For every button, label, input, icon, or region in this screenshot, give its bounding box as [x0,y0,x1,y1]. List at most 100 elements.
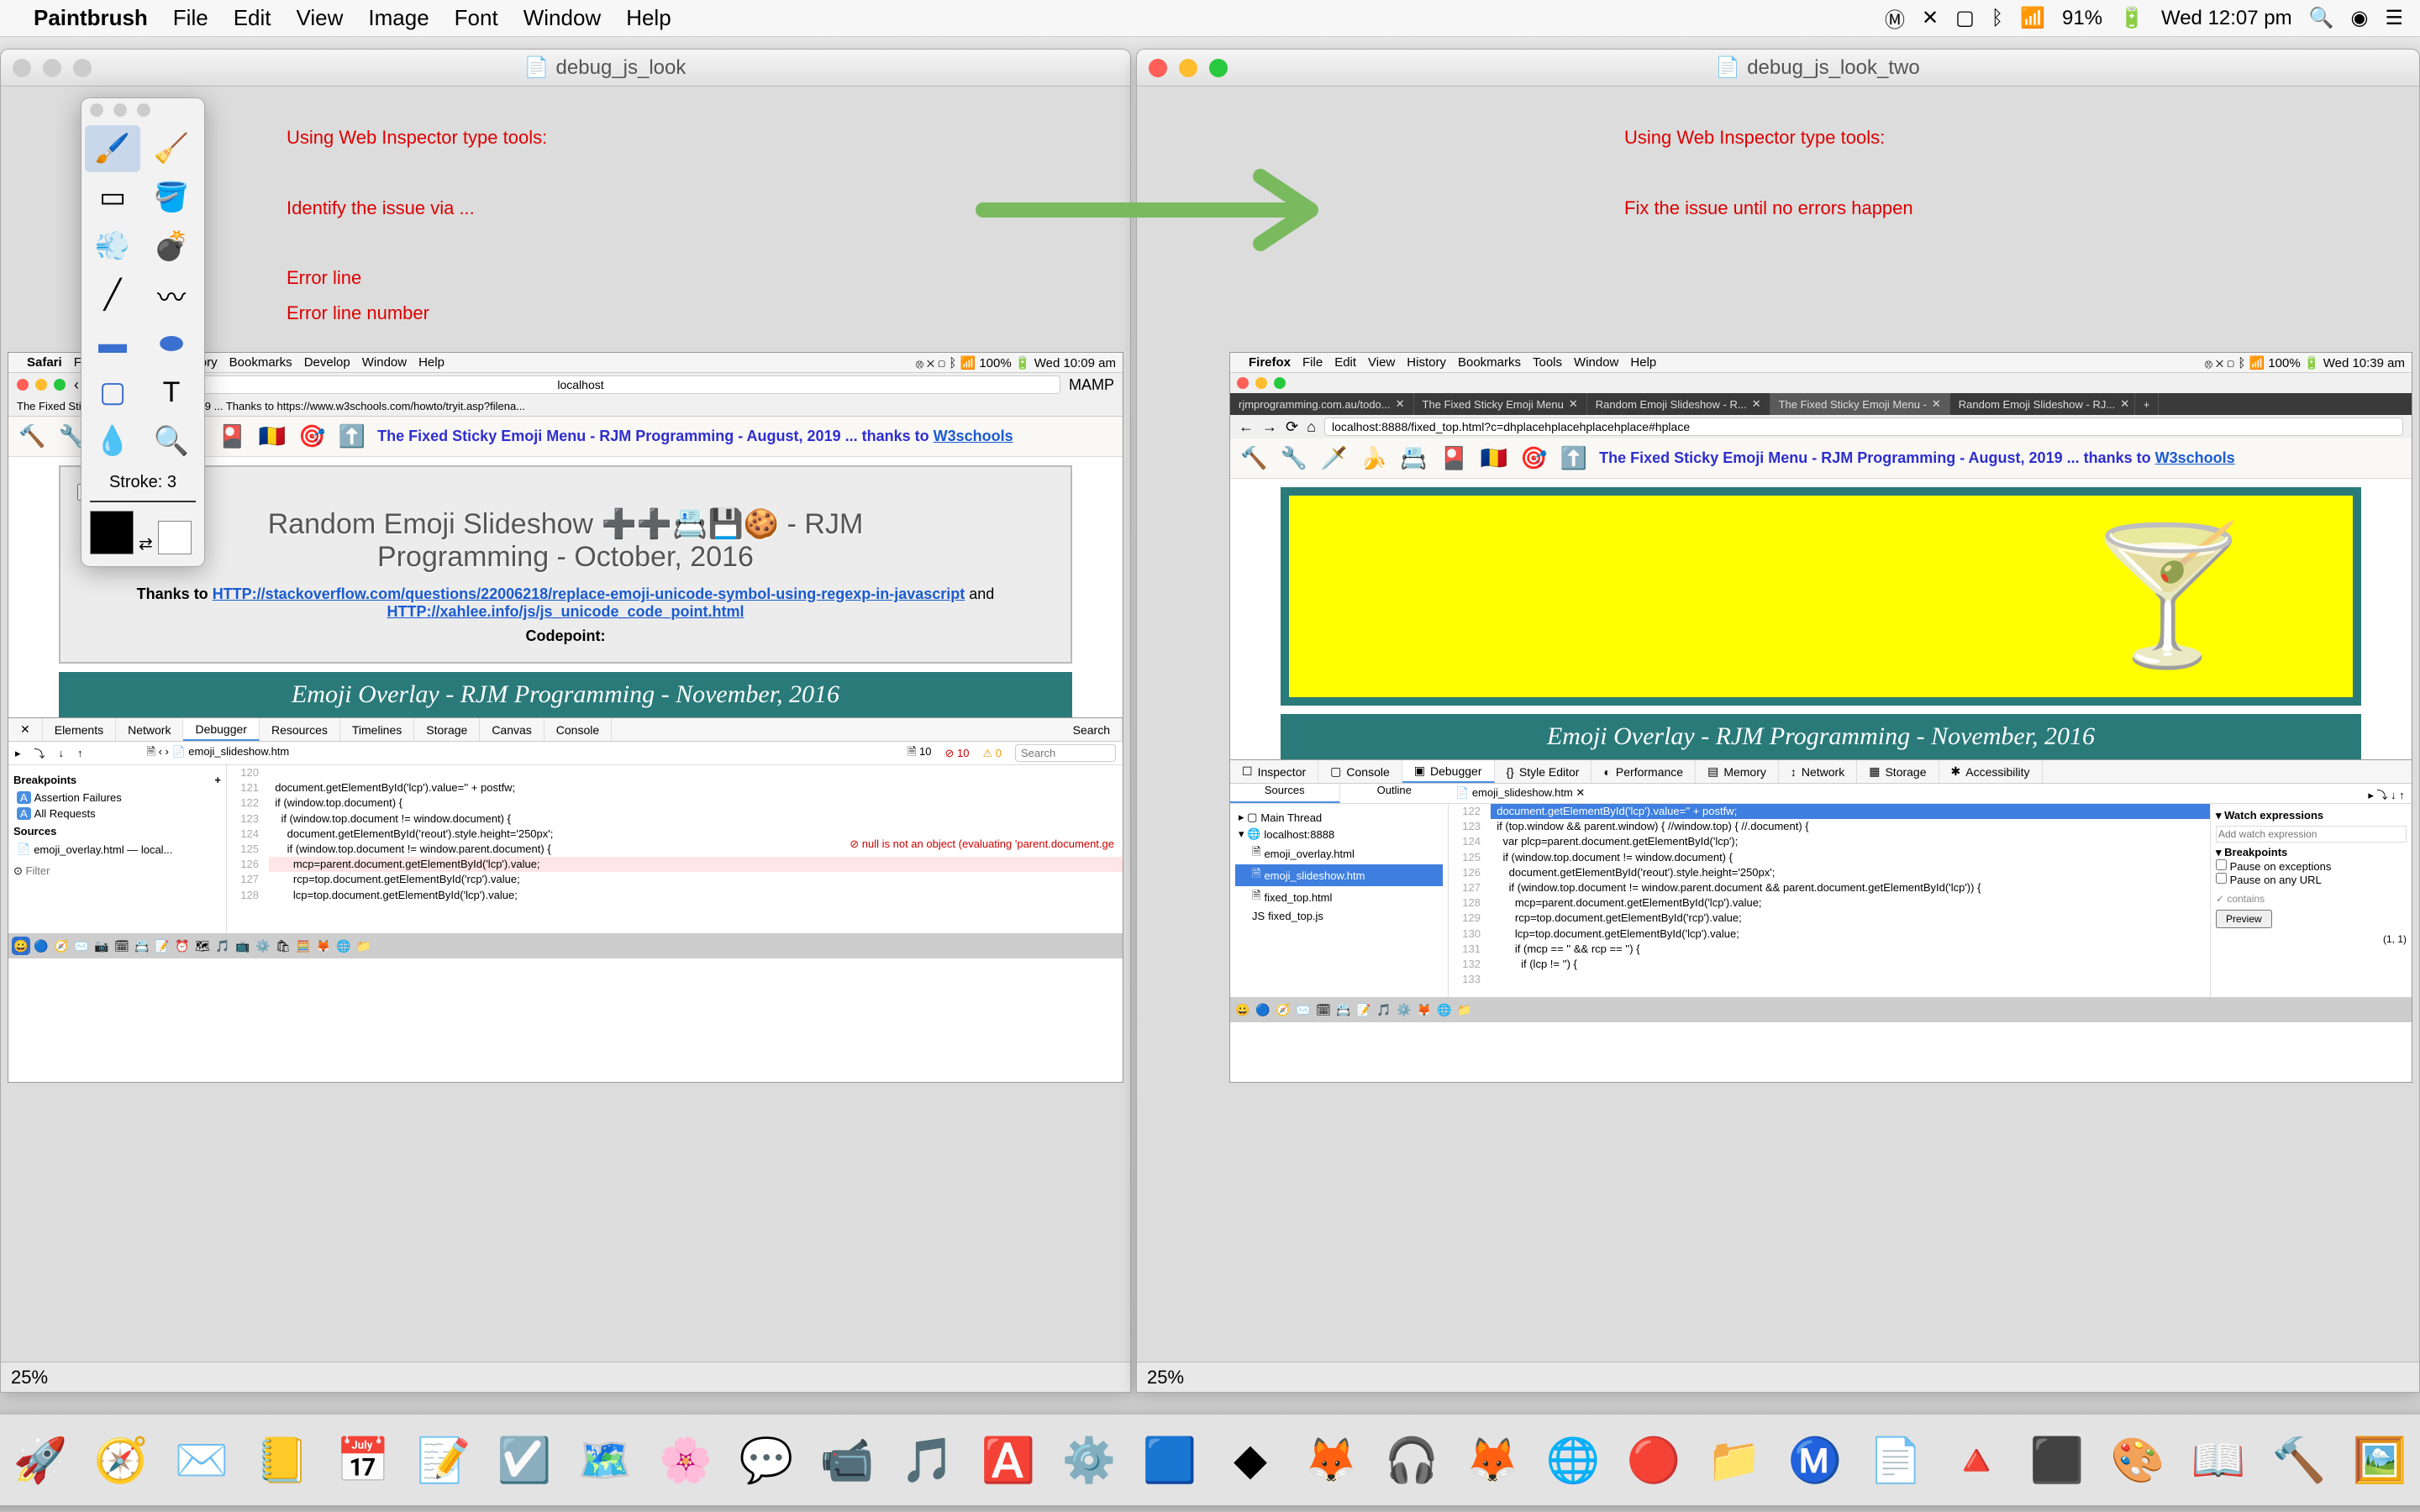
reload-icon[interactable]: ⟳ [1286,418,1298,436]
file-item[interactable]: 🗎 fixed_top.html [1235,886,1443,908]
reminders-app-icon[interactable]: ☑️ [487,1423,561,1497]
left-titlebar[interactable]: 📄debug_js_look [1,50,1130,87]
vlc-app-icon[interactable]: 🔺 [1939,1423,2013,1497]
zoom-level[interactable]: 25% [11,1367,48,1389]
right-titlebar[interactable]: 📄debug_js_look_two [1137,50,2419,87]
vm-icon[interactable]: ✕ [1922,6,1939,30]
sources-tab[interactable]: Sources [1230,784,1340,803]
brush-tool-icon[interactable]: 🖌️ [85,125,140,172]
dt-tab-console[interactable]: ▢ Console [1318,760,1402,783]
file-item[interactable]: JS fixed_top.js [1235,908,1443,924]
wifi-icon[interactable]: 📶 [2020,6,2045,30]
netbeans-app-icon[interactable]: 🟦 [1133,1423,1207,1497]
code-pane[interactable]: 122 document.getElementById('lcp').value… [1449,804,2210,997]
dt-tab-resources[interactable]: Resources [260,718,340,741]
menu-edit[interactable]: Edit [234,5,271,31]
address-bar[interactable]: localhost [101,375,1060,394]
minimize-icon[interactable] [1255,377,1267,389]
dt-tab-a11y[interactable]: ✱ Accessibility [1939,760,2043,783]
close-icon[interactable] [1237,377,1249,389]
facetime-app-icon[interactable]: 📹 [810,1423,884,1497]
curve-tool-icon[interactable]: 〰 [144,271,199,318]
home-icon[interactable]: ⌂ [1307,418,1316,436]
clock[interactable]: Wed 12:07 pm [2161,7,2292,30]
w3schools-link[interactable]: W3schools [934,428,1013,444]
step-over-icon[interactable]: ⤵ [34,745,45,761]
menu-file[interactable]: File [173,5,208,31]
ellipse-tool-icon[interactable]: ⬬ [144,320,199,367]
music-app-icon[interactable]: 🎵 [891,1423,965,1497]
dt-tab-memory[interactable]: ▤ Memory [1696,760,1779,783]
source-file[interactable]: 📄 emoji_overlay.html — local... [13,841,221,858]
warning-count[interactable]: ⚠ 0 [982,747,1002,760]
dt-tab-console[interactable]: Console [544,718,612,741]
file-item-selected[interactable]: 🗎 emoji_slideshow.htm [1235,864,1443,886]
filezilla-app-icon[interactable]: 📁 [1697,1423,1771,1497]
dt-tab-search[interactable]: Search [1061,718,1123,741]
notification-center-icon[interactable]: ☰ [2385,6,2403,30]
zoom-icon[interactable] [54,379,66,391]
textwrangler-app-icon[interactable]: 📄 [1859,1423,1933,1497]
spray-tool-icon[interactable]: 💨 [85,223,140,270]
stroke-slider[interactable] [90,501,196,502]
step-out-icon[interactable]: ↑ [77,747,83,759]
dt-tab-perf[interactable]: ◐ Performance [1591,760,1696,783]
line-tool-icon[interactable]: ╱ [85,271,140,318]
pause-exceptions[interactable]: Pause on exceptions [2216,860,2331,873]
thanks-link-2[interactable]: HTTP://xahlee.info/js/js_unicode_code_po… [387,603,744,620]
watch-input[interactable] [2216,826,2407,843]
minimize-icon[interactable] [43,59,61,77]
text-tool-icon[interactable]: T [144,369,199,416]
thread-item[interactable]: ▸ ▢ Main Thread [1235,809,1443,826]
bluetooth-icon[interactable]: ᛒ [1991,7,2003,30]
file-item[interactable]: 🗎 emoji_overlay.html [1235,843,1443,864]
rect-tool-icon[interactable]: ▬ [85,320,140,367]
bp-header[interactable]: Breakpoints [2224,846,2287,858]
dt-tab-inspector[interactable]: ☐ Inspector [1230,760,1318,783]
browser-tab[interactable]: Random Emoji Slideshow - RJ...✕ [1950,393,2135,415]
dt-tab-network[interactable]: ↕ Network [1779,760,1857,783]
notes-app-icon[interactable]: 📝 [407,1423,481,1497]
dt-tab-storage[interactable]: Storage [414,718,480,741]
foreground-color-swatch[interactable] [90,511,134,554]
opera-app-icon[interactable]: 🔴 [1617,1423,1691,1497]
error-count[interactable]: ⊘ 10 [945,747,970,760]
audacity-app-icon[interactable]: 🎧 [1375,1423,1449,1497]
dt-tab-debugger[interactable]: Debugger [183,718,260,741]
filter-input[interactable] [26,864,152,877]
open-file[interactable]: emoji_slideshow.htm [188,745,289,758]
app-name[interactable]: Paintbrush [34,5,148,31]
photos-app-icon[interactable]: 🌸 [649,1423,723,1497]
paint-bucket-tool-icon[interactable]: 🪣 [144,174,199,221]
bp-requests[interactable]: A All Requests [13,806,221,822]
close-icon[interactable] [13,59,31,77]
mail-app-icon[interactable]: ✉️ [165,1423,239,1497]
swap-colors-icon[interactable]: ⇄ [139,533,153,554]
firefox-app-icon[interactable]: 🦊 [1455,1423,1529,1497]
search-input[interactable] [1015,744,1116,762]
pause-url[interactable]: Pause on any URL [2216,874,2322,886]
preferences-app-icon[interactable]: ⚙️ [1052,1423,1126,1497]
siri-icon[interactable]: ◉ [2351,6,2369,30]
thanks-link-1[interactable]: HTTP://stackoverflow.com/questions/22006… [213,585,965,602]
menu-view[interactable]: View [297,5,344,31]
debug-controls[interactable]: ▸ ⤵ ↓ ↑ [2361,784,2412,803]
open-file-tab[interactable]: emoji_slideshow.htm [1472,786,1573,799]
mamp-app-icon[interactable]: Ⓜ️ [1778,1423,1852,1497]
gimp-app-icon[interactable]: 🦊 [1294,1423,1368,1497]
maps-app-icon[interactable]: 🗺️ [568,1423,642,1497]
address-bar[interactable]: localhost:8888/fixed_top.html?c=dhplaceh… [1324,417,2403,436]
chrome-app-icon[interactable]: 🌐 [1536,1423,1610,1497]
malware-icon[interactable]: Ⓜ [1885,3,1905,33]
marquee-tool-icon[interactable]: ▭ [85,174,140,221]
close-icon[interactable] [1149,59,1167,77]
zoom-icon[interactable] [73,59,92,77]
zoom-level[interactable]: 25% [1147,1367,1184,1389]
dt-tab-timelines[interactable]: Timelines [340,718,414,741]
xcode-app-icon[interactable]: 🔨 [2262,1423,2336,1497]
close-icon[interactable] [17,379,29,391]
appstore-app-icon[interactable]: 🅰️ [971,1423,1045,1497]
menu-help[interactable]: Help [626,5,671,31]
outline-tab[interactable]: Outline [1340,784,1449,803]
paintbrush-tools-palette[interactable]: 🖌️ 🧹 ▭ 🪣 💨 💣 ╱ 〰 ▬ ⬬ ▢ T 💧 🔍 Stroke: 3 ⇄ [81,97,205,567]
